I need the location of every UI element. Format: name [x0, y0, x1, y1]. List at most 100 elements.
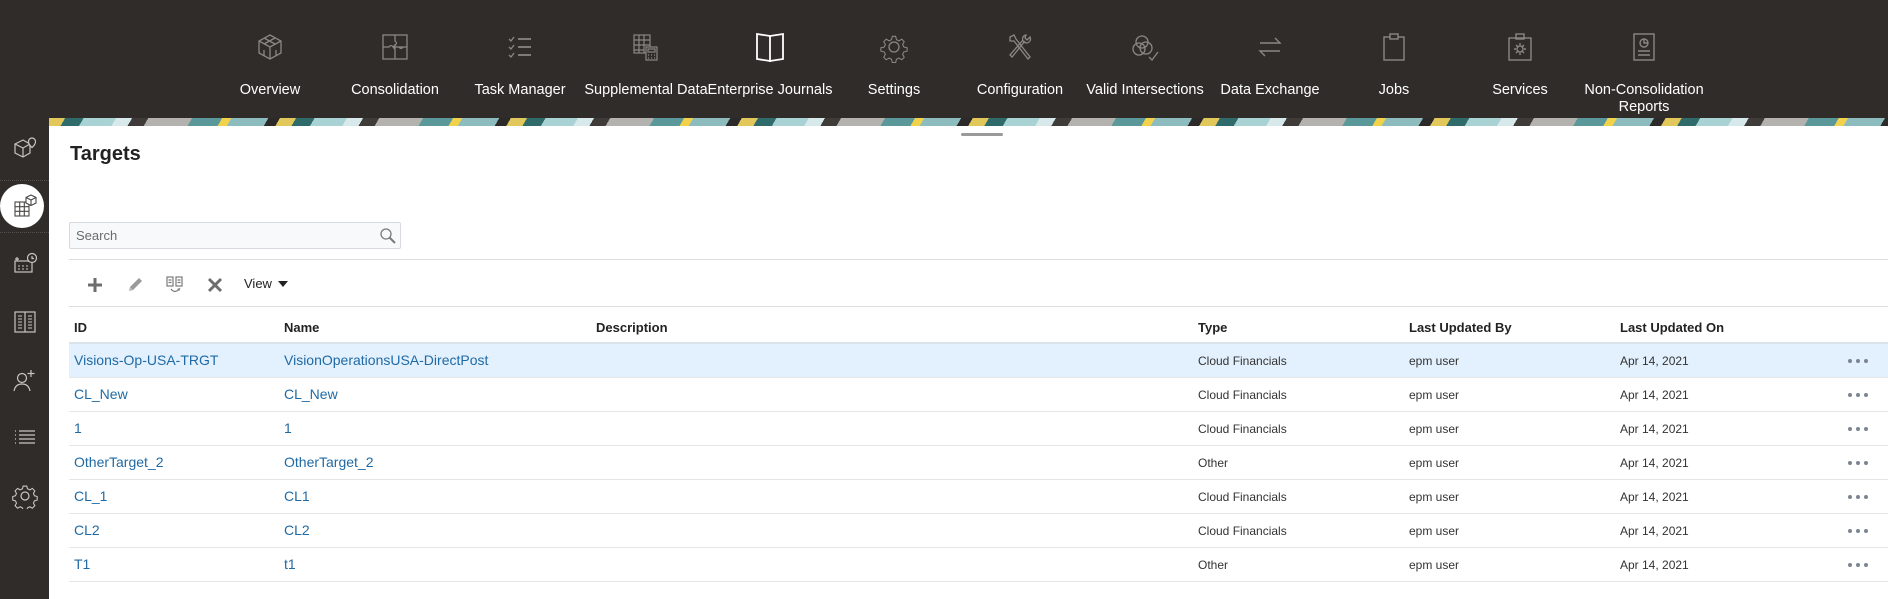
more-dots-icon: [1848, 529, 1852, 533]
pencil-icon: [126, 276, 144, 294]
cell-type: Cloud Financials: [1198, 422, 1287, 436]
table-row[interactable]: OtherTarget_2 OtherTarget_2 Other epm us…: [69, 446, 1888, 480]
column-header-name[interactable]: Name: [284, 320, 319, 335]
more-dots-icon: [1848, 563, 1852, 567]
sidebar-item-list[interactable]: [0, 416, 49, 460]
divider: [69, 306, 1888, 307]
nav-settings[interactable]: Settings: [860, 0, 928, 118]
row-actions-button[interactable]: [1848, 558, 1868, 572]
row-actions-button[interactable]: [1848, 354, 1868, 368]
top-navigation: Overview Consolidation Task Manager Supp…: [0, 0, 1888, 118]
table-row[interactable]: T1 t1 Other epm user Apr 14, 2021: [69, 548, 1888, 582]
cell-id[interactable]: CL_New: [74, 386, 128, 402]
divider: [69, 259, 1888, 260]
cell-id[interactable]: CL2: [74, 522, 100, 538]
table-row[interactable]: CL_1 CL1 Cloud Financials epm user Apr 1…: [69, 480, 1888, 514]
add-button[interactable]: [82, 272, 108, 298]
nav-data-exchange[interactable]: Data Exchange: [1218, 0, 1322, 118]
sidebar-item-targets[interactable]: [0, 184, 49, 228]
table-row[interactable]: Visions-Op-USA-TRGT VisionOperationsUSA-…: [69, 344, 1888, 378]
gear-icon: [11, 483, 38, 509]
row-actions-button[interactable]: [1848, 524, 1868, 538]
cell-name[interactable]: OtherTarget_2: [284, 454, 374, 470]
cell-last-updated-on: Apr 14, 2021: [1620, 422, 1689, 436]
column-header-id[interactable]: ID: [74, 320, 87, 335]
sidebar-item-users[interactable]: [0, 358, 49, 402]
puzzle-icon: [379, 31, 411, 63]
cell-type: Cloud Financials: [1198, 524, 1287, 538]
nav-overview[interactable]: Overview: [224, 0, 316, 118]
nav-configuration[interactable]: Configuration: [970, 0, 1070, 118]
cell-name[interactable]: CL2: [284, 522, 310, 538]
search-field[interactable]: [69, 222, 401, 249]
nav-consolidation[interactable]: Consolidation: [344, 0, 446, 118]
nav-valid-intersections[interactable]: Valid Intersections: [1086, 0, 1204, 118]
cell-name[interactable]: 1: [284, 420, 292, 436]
grid-cube-icon: [12, 193, 38, 219]
edit-button[interactable]: [122, 272, 148, 298]
clipboard-icon: [1378, 31, 1410, 63]
caret-down-icon: [277, 280, 288, 287]
nav-jobs[interactable]: Jobs: [1364, 0, 1424, 118]
row-actions-button[interactable]: [1848, 490, 1868, 504]
search-icon[interactable]: [379, 227, 397, 245]
table-row[interactable]: 1 1 Cloud Financials epm user Apr 14, 20…: [69, 412, 1888, 446]
cell-last-updated-by: epm user: [1409, 354, 1460, 368]
targets-table: ID Name Description Type Last Updated By…: [69, 310, 1888, 582]
nav-enterprise-journals[interactable]: Enterprise Journals: [706, 0, 834, 118]
row-actions-button[interactable]: [1848, 388, 1868, 402]
sidebar-item-library[interactable]: [0, 300, 49, 344]
nav-non-consolidation-reports[interactable]: Non-Consolidation Reports: [1578, 0, 1710, 118]
nav-task-manager[interactable]: Task Manager: [470, 0, 570, 118]
table-row[interactable]: CL2 CL2 Cloud Financials epm user Apr 14…: [69, 514, 1888, 548]
column-header-description[interactable]: Description: [596, 320, 668, 335]
add-user-icon: [12, 367, 38, 393]
plus-icon: [86, 276, 104, 294]
more-dots-icon: [1848, 461, 1852, 465]
cell-id[interactable]: Visions-Op-USA-TRGT: [74, 352, 218, 368]
nav-services[interactable]: Services: [1480, 0, 1560, 118]
view-menu-button[interactable]: View: [244, 276, 288, 291]
cell-last-updated-on: Apr 14, 2021: [1620, 558, 1689, 572]
cell-id[interactable]: OtherTarget_2: [74, 454, 164, 470]
cell-type: Cloud Financials: [1198, 490, 1287, 504]
column-header-last-updated-on[interactable]: Last Updated On: [1620, 320, 1724, 335]
collapse-handle[interactable]: [961, 133, 1003, 136]
more-dots-icon: [1864, 529, 1868, 533]
more-dots-icon: [1856, 563, 1860, 567]
more-dots-icon: [1864, 393, 1868, 397]
more-dots-icon: [1848, 393, 1852, 397]
cell-id[interactable]: CL_1: [74, 488, 107, 504]
cell-last-updated-by: epm user: [1409, 524, 1460, 538]
table-toolbar: View: [69, 270, 469, 300]
sidebar-item-schedule[interactable]: [0, 242, 49, 286]
cell-id[interactable]: T1: [74, 556, 90, 572]
cell-type: Other: [1198, 558, 1229, 572]
cell-name[interactable]: VisionOperationsUSA-DirectPost: [284, 352, 488, 368]
cell-name[interactable]: CL1: [284, 488, 310, 504]
more-dots-icon: [1856, 427, 1860, 431]
table-row[interactable]: CL_New CL_New Cloud Financials epm user …: [69, 378, 1888, 412]
nav-supplemental-data[interactable]: Supplemental Data: [584, 0, 708, 118]
cell-name[interactable]: t1: [284, 556, 296, 572]
duplicate-button[interactable]: [162, 272, 188, 298]
column-header-type[interactable]: Type: [1198, 320, 1227, 335]
cell-id[interactable]: 1: [74, 420, 82, 436]
row-actions-button[interactable]: [1848, 422, 1868, 436]
search-input[interactable]: [70, 223, 370, 248]
sidebar-item-settings[interactable]: [0, 474, 49, 518]
sidebar-item-overview[interactable]: [0, 126, 49, 170]
cell-type: Cloud Financials: [1198, 388, 1287, 402]
column-header-last-updated-by[interactable]: Last Updated By: [1409, 320, 1512, 335]
duplicate-icon: [165, 275, 185, 295]
row-actions-button[interactable]: [1848, 456, 1868, 470]
cube-icon: [254, 31, 286, 63]
more-dots-icon: [1848, 359, 1852, 363]
more-dots-icon: [1864, 359, 1868, 363]
delete-button[interactable]: [202, 272, 228, 298]
cell-last-updated-by: epm user: [1409, 490, 1460, 504]
nav-label-line2: Reports: [1618, 99, 1670, 115]
more-dots-icon: [1864, 495, 1868, 499]
more-dots-icon: [1864, 461, 1868, 465]
cell-name[interactable]: CL_New: [284, 386, 338, 402]
